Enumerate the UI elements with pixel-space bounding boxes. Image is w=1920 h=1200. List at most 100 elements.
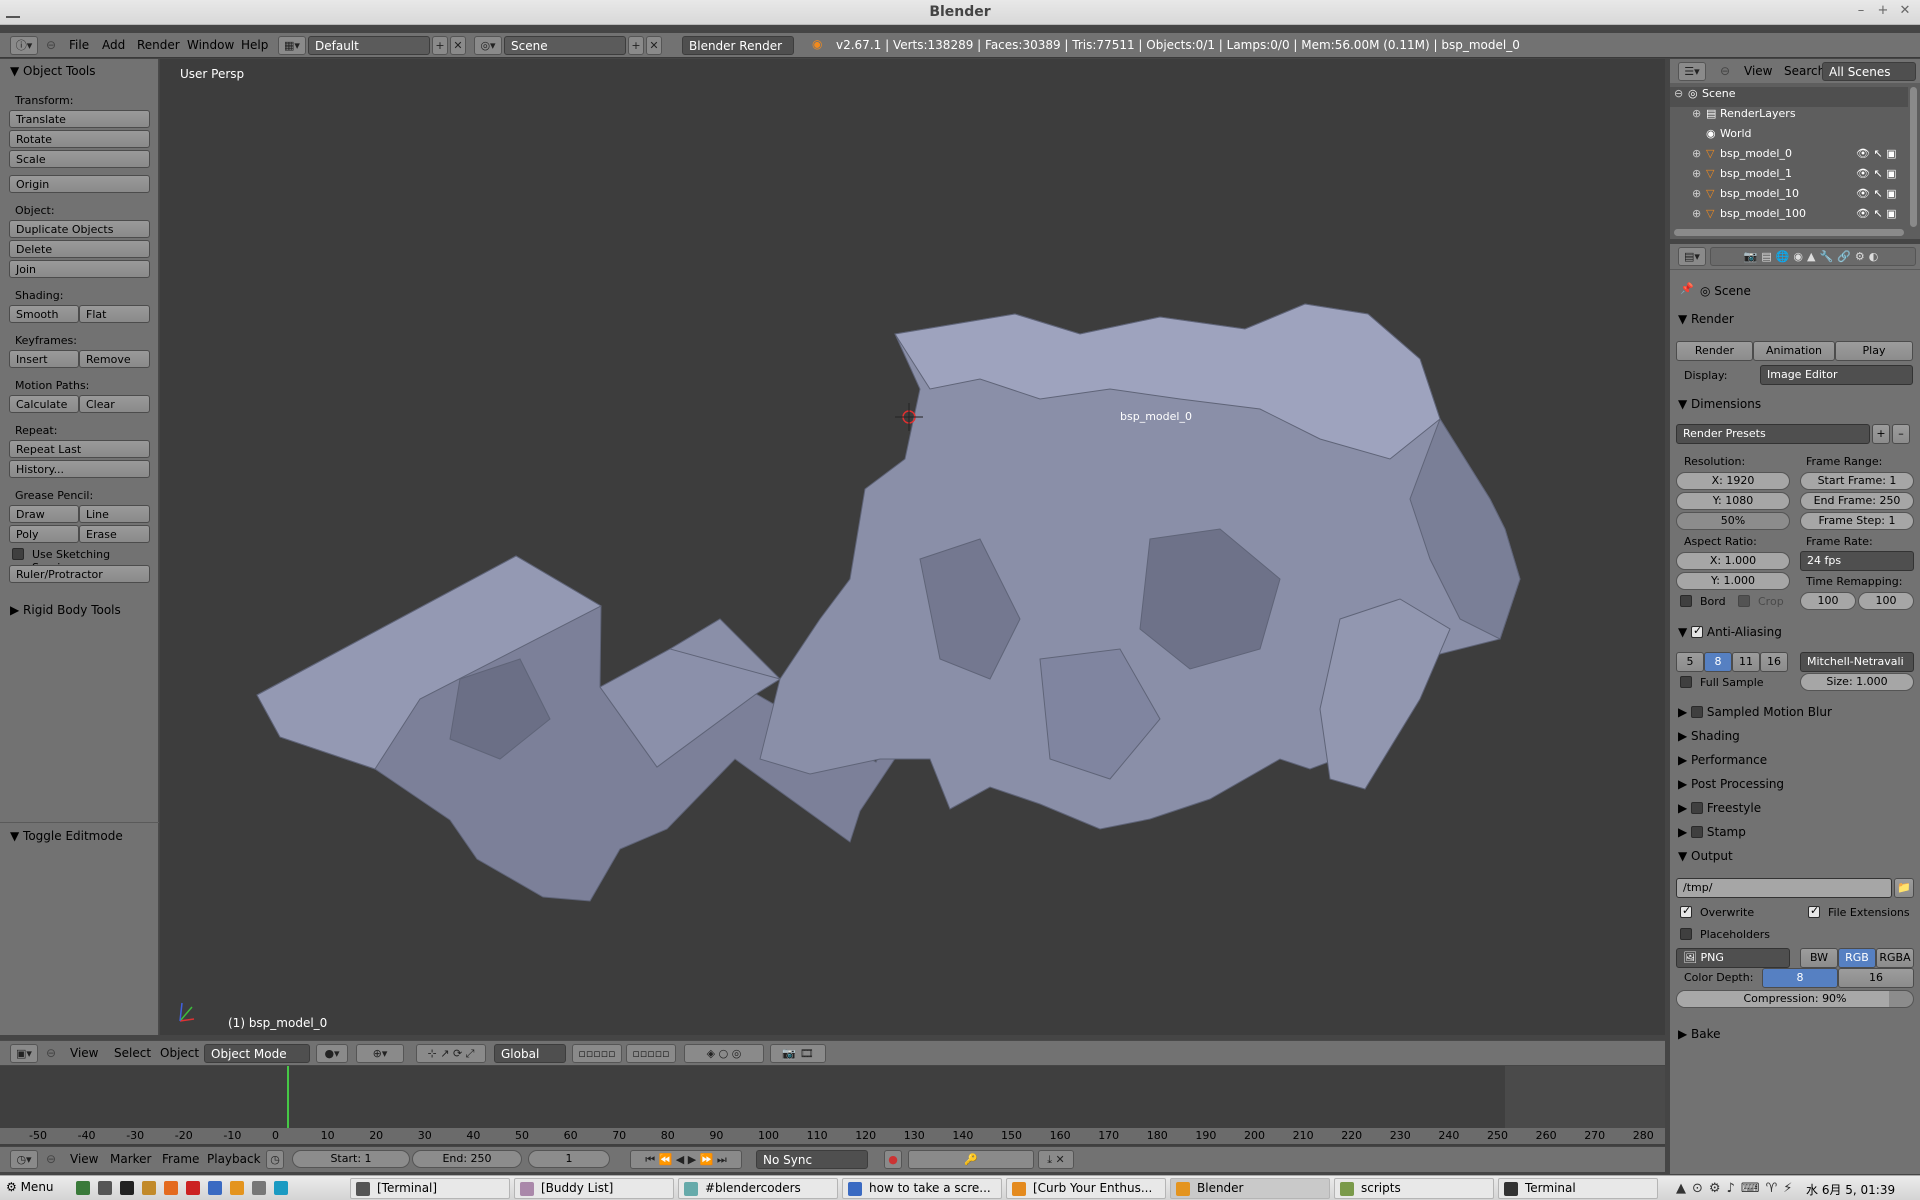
menu-add[interactable]: Add xyxy=(102,38,125,52)
playback-menu[interactable]: Playback xyxy=(207,1152,261,1166)
launcher-icon-10[interactable] xyxy=(274,1181,288,1195)
outliner-row-renderlayers[interactable]: ⊕ ▤ RenderLayers xyxy=(1670,107,1908,127)
minimize-icon[interactable]: – xyxy=(1852,3,1870,21)
aa-filter-select[interactable]: Mitchell-Netravali xyxy=(1800,652,1914,672)
color-mode-rgb[interactable]: RGB xyxy=(1838,948,1876,968)
ruler-button[interactable]: Ruler/Protractor xyxy=(9,565,150,583)
start-frame-field[interactable]: Start Frame: 1 xyxy=(1800,472,1914,490)
output-panel-header[interactable]: ▼ Output xyxy=(1678,849,1733,863)
freestyle-checkbox[interactable] xyxy=(1691,802,1704,814)
sketching-checkbox[interactable] xyxy=(12,548,24,560)
context-tab-icons[interactable]: 📷▤🌐◉▲🔧🔗⚙◐ xyxy=(1710,247,1916,266)
outliner-vscrollbar[interactable] xyxy=(1910,87,1917,227)
stamp-panel-header[interactable]: ▶ Stamp xyxy=(1678,825,1746,839)
end-frame-field[interactable]: End: 250 xyxy=(412,1150,522,1168)
smooth-button[interactable]: Smooth xyxy=(9,305,79,323)
insert-keyframe-button[interactable]: Insert xyxy=(9,350,79,368)
frame-menu[interactable]: Frame xyxy=(162,1152,199,1166)
translate-button[interactable]: Translate xyxy=(9,110,150,128)
placeholders-checkbox[interactable] xyxy=(1680,928,1692,940)
task-terminal-1[interactable]: [Terminal] xyxy=(350,1178,510,1199)
visibility-icons[interactable]: 👁 ↖ ▣ xyxy=(1856,207,1897,220)
remove-scene-icon[interactable]: ✕ xyxy=(646,36,662,55)
scene-field[interactable]: Scene xyxy=(504,36,626,55)
remove-keyframe-button[interactable]: Remove xyxy=(79,350,150,368)
resolution-percent-slider[interactable]: 50% xyxy=(1676,512,1790,530)
task-browser[interactable]: how to take a scre... xyxy=(842,1178,1002,1199)
start-menu-button[interactable]: ⚙ Menu xyxy=(6,1180,54,1194)
object-menu[interactable]: Object xyxy=(160,1046,199,1060)
flat-button[interactable]: Flat xyxy=(79,305,150,323)
menu-help[interactable]: Help xyxy=(241,38,268,52)
object-tools-header[interactable]: ▼ Object Tools xyxy=(10,64,96,78)
freestyle-panel-header[interactable]: ▶ Freestyle xyxy=(1678,801,1761,815)
task-vlc[interactable]: [Curb Your Enthus... xyxy=(1006,1178,1166,1199)
select-menu[interactable]: Select xyxy=(114,1046,151,1060)
screen-layout-field[interactable]: Default xyxy=(308,36,430,55)
remove-preset-button[interactable]: – xyxy=(1892,424,1910,444)
remap-new-field[interactable]: 100 xyxy=(1858,592,1914,610)
maximize-icon[interactable]: + xyxy=(1874,3,1892,21)
collapse-icon[interactable]: ⊖ xyxy=(46,38,56,52)
render-button[interactable]: Render xyxy=(1676,341,1753,361)
aspect-y-field[interactable]: Y: 1.000 xyxy=(1676,572,1790,590)
task-buddy-list[interactable]: [Buddy List] xyxy=(514,1178,674,1199)
performance-panel-header[interactable]: ▶ Performance xyxy=(1678,753,1767,767)
manipulator-icons[interactable]: ⊹ ↗ ⟳ ⤢ xyxy=(416,1044,486,1063)
shading-panel-header[interactable]: ▶ Shading xyxy=(1678,729,1740,743)
full-sample-checkbox[interactable] xyxy=(1680,676,1692,688)
clear-button[interactable]: Clear xyxy=(79,395,150,413)
outliner-collapse-icon[interactable]: ⊖ xyxy=(1720,64,1730,78)
stamp-checkbox[interactable] xyxy=(1691,826,1704,838)
border-checkbox[interactable] xyxy=(1680,595,1692,607)
color-depth-8[interactable]: 8 xyxy=(1762,968,1838,988)
screen-layout-icon[interactable]: ▦▾ xyxy=(278,36,306,55)
delete-button[interactable]: Delete xyxy=(9,240,150,258)
sync-select[interactable]: No Sync xyxy=(756,1150,868,1169)
outliner-search-menu[interactable]: Search xyxy=(1784,64,1825,78)
origin-button[interactable]: Origin xyxy=(9,175,150,193)
fps-select[interactable]: 24 fps xyxy=(1800,551,1914,571)
task-irc[interactable]: #blendercoders xyxy=(678,1178,838,1199)
motion-blur-panel-header[interactable]: ▶ Sampled Motion Blur xyxy=(1678,705,1832,719)
repeat-last-button[interactable]: Repeat Last xyxy=(9,440,150,458)
overwrite-checkbox[interactable] xyxy=(1680,904,1692,918)
outliner-hscrollbar[interactable] xyxy=(1674,229,1904,236)
current-frame-field[interactable]: 1 xyxy=(528,1150,610,1168)
record-icon[interactable]: ● xyxy=(884,1150,902,1169)
display-select[interactable]: Image Editor xyxy=(1760,365,1913,385)
add-preset-button[interactable]: + xyxy=(1872,424,1890,444)
keying-set-field[interactable]: 🔑 xyxy=(908,1150,1034,1169)
launcher-icon-1[interactable] xyxy=(76,1181,90,1195)
add-screen-icon[interactable]: + xyxy=(432,36,448,55)
erase-button[interactable]: Erase xyxy=(79,525,150,543)
outliner-filter-select[interactable]: All Scenes xyxy=(1822,62,1916,81)
visibility-icons[interactable]: 👁 ↖ ▣ xyxy=(1856,187,1897,200)
task-scripts[interactable]: scripts xyxy=(1334,1178,1494,1199)
outliner-row-object[interactable]: ⊕ ▽ bsp_model_100 👁 ↖ ▣ xyxy=(1670,207,1908,227)
menu-file[interactable]: File xyxy=(69,38,89,52)
launcher-icon-9[interactable] xyxy=(252,1181,266,1195)
crop-checkbox[interactable] xyxy=(1738,595,1750,607)
launcher-icon-5[interactable] xyxy=(164,1181,178,1195)
duplicate-objects-button[interactable]: Duplicate Objects xyxy=(9,220,150,238)
mode-select[interactable]: Object Mode xyxy=(204,1044,310,1063)
playback-controls[interactable]: ⏮ ⏪ ◀ ▶ ⏩ ⏭ xyxy=(630,1150,742,1169)
close-icon[interactable]: ✕ xyxy=(1896,3,1914,21)
aa-panel-header[interactable]: ▼ Anti-Aliasing xyxy=(1678,624,1782,639)
aa-sample-8[interactable]: 8 xyxy=(1704,652,1732,672)
viewport-shading-icon[interactable]: ●▾ xyxy=(316,1044,348,1063)
menu-window[interactable]: Window xyxy=(187,38,234,52)
aspect-x-field[interactable]: X: 1.000 xyxy=(1676,552,1790,570)
3d-editor-type-icon[interactable]: ▣▾ xyxy=(10,1044,38,1063)
aa-checkbox[interactable] xyxy=(1691,624,1704,638)
launcher-icon-8[interactable] xyxy=(230,1181,244,1195)
outliner-row-object[interactable]: ⊕ ▽ bsp_model_0 👁 ↖ ▣ xyxy=(1670,147,1908,167)
launcher-icon-7[interactable] xyxy=(208,1181,222,1195)
color-mode-bw[interactable]: BW xyxy=(1800,948,1838,968)
remove-screen-icon[interactable]: ✕ xyxy=(450,36,466,55)
3d-viewport[interactable]: User Persp bsp_model_0 (1) bsp_model_0 xyxy=(160,59,1665,1035)
frame-step-field[interactable]: Frame Step: 1 xyxy=(1800,512,1914,530)
filter-size-field[interactable]: Size: 1.000 xyxy=(1800,673,1914,691)
layers-grid-b[interactable]: ▫▫▫▫▫ xyxy=(626,1044,676,1063)
